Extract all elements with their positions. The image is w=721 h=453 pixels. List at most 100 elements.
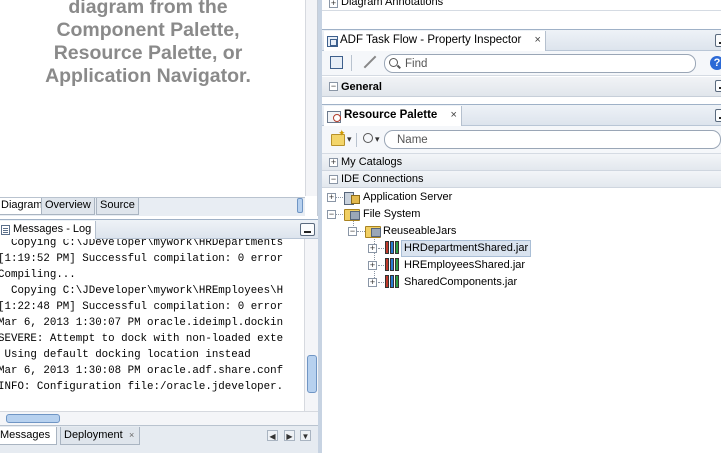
messages-log-output[interactable]: Copying C:\JDeveloper\mywork\HRDepartmen… [0,239,304,411]
search-options-dropdown-icon[interactable]: ▾ [375,134,380,145]
toolbar-separator [351,55,352,71]
help-icon[interactable]: ? [710,56,721,70]
log-line: Copying C:\JDeveloper\mywork\HREmployees… [0,285,284,297]
my-catalogs-section[interactable]: + My Catalogs [322,154,721,171]
property-inspector-close-icon[interactable]: × [535,34,541,46]
search-options-icon[interactable] [363,133,373,143]
tab-scroll-right-icon[interactable]: ▶ [284,430,295,441]
property-inspector-tab[interactable]: ADF Task Flow - Property Inspector × [324,31,546,51]
collapse-icon[interactable]: − [348,227,357,236]
tree-item-file-system[interactable]: File System [363,206,420,222]
expand-icon[interactable]: + [368,261,377,270]
resource-palette-toolbar: ▾ ▾ [322,126,721,154]
resource-palette-tab[interactable]: Resource Palette × [324,106,462,126]
tab-messages-label: Messages [0,429,51,441]
diagram-annotations-row[interactable]: + Diagram Annotations [322,0,721,11]
tab-list-menu-icon[interactable]: ▼ [300,430,311,441]
section-minimize-button[interactable] [715,80,721,92]
log-line: Mar 6, 2013 1:30:08 PM oracle.adf.share.… [0,365,284,377]
log-vertical-scroll-thumb[interactable] [307,355,317,393]
log-horizontal-scrollbar[interactable] [0,411,318,425]
log-line: SEVERE: Attempt to dock with non-loaded … [0,333,284,345]
expand-icon[interactable]: + [327,193,336,202]
tab-overview[interactable]: Overview [41,198,95,215]
tab-deployment[interactable]: Deployment × [60,427,140,445]
resource-palette-icon [327,109,341,123]
general-section-label: General [341,81,382,93]
log-tab-bar: Messages Deployment × ◀ ▶ ▼ [0,425,318,453]
collapse-icon[interactable]: − [327,210,336,219]
tab-messages[interactable]: Messages [0,427,57,445]
log-line: [1:19:52 PM] Successful compilation: 0 e… [0,253,284,265]
empty-message-line: Resource Palette, or [53,42,243,64]
resource-search-input[interactable] [395,132,695,147]
log-line: Mar 6, 2013 1:30:07 PM oracle.ideimpl.do… [0,317,284,329]
tab-deployment-close-icon[interactable]: × [129,427,134,444]
diagram-annotations-label: Diagram Annotations [341,0,444,8]
log-line: Using default docking location instead [0,349,251,361]
jar-icon [385,241,400,254]
inspector-minimize-button[interactable] [715,34,721,47]
tree-connector [378,265,384,266]
property-inspector-title: ADF Task Flow - Property Inspector [340,34,522,46]
empty-diagram-message: diagram from the Component Palette, Reso… [20,0,276,88]
property-find-field[interactable] [384,54,696,73]
application-server-icon [344,191,360,205]
tree-connector [357,231,365,232]
tree-connector [378,282,384,283]
log-line: [1:22:48 PM] Successful compilation: 0 e… [0,301,284,313]
tree-connector [335,197,343,198]
my-catalogs-label: My Catalogs [341,156,403,168]
tree-item-application-server[interactable]: Application Server [363,189,452,205]
diagram-editor[interactable]: diagram from the Component Palette, Reso… [0,0,318,216]
tree-item-jar[interactable]: SharedComponents.jar [404,274,517,290]
tab-scroll-left-icon[interactable]: ◀ [267,430,278,441]
tree-connector [335,214,343,215]
resource-search-field[interactable] [384,130,721,149]
jar-icon [385,258,400,271]
expand-icon[interactable]: + [368,278,377,287]
empty-message-line: diagram from the [68,0,228,18]
log-vertical-scrollbar[interactable] [304,239,318,411]
expand-icon[interactable]: + [368,244,377,253]
messages-log-header: Messages - Log [0,219,318,239]
empty-message-line: Application Navigator. [45,65,251,87]
file-system-icon [344,207,360,221]
collapse-icon[interactable]: − [329,175,338,184]
messages-log-title: Messages - Log [13,223,92,235]
resource-palette-title: Resource Palette [344,109,438,121]
new-connection-dropdown-icon[interactable]: ▾ [347,134,352,145]
editor-scroll-thumb[interactable] [297,198,303,213]
tree-item-jar[interactable]: HRDepartmentShared.jar [401,240,532,257]
edit-pencil-icon[interactable] [363,55,377,69]
log-horizontal-scroll-thumb[interactable] [6,414,60,423]
select-target-icon[interactable] [330,56,343,69]
property-inspector-toolbar: ? [322,51,721,76]
folder-icon [365,224,381,238]
expand-icon[interactable]: + [329,0,338,8]
tree-item-reuseable-jars[interactable]: ReuseableJars [383,223,456,239]
tab-deployment-label: Deployment [64,429,123,441]
task-flow-icon [327,36,338,47]
expand-icon[interactable]: + [329,158,338,167]
general-section-header[interactable]: − General [322,77,721,97]
toolbar-separator [356,133,357,147]
messages-log-tab[interactable]: Messages - Log [0,221,97,239]
log-line: INFO: Configuration file:/oracle.jdevelo… [0,381,284,393]
tab-diagram[interactable]: Diagram [0,198,47,215]
resource-palette-header: Resource Palette × [322,104,721,126]
ide-connections-section[interactable]: − IDE Connections [322,171,721,188]
palette-minimize-button[interactable] [715,109,721,122]
log-minimize-button[interactable] [300,223,315,236]
tree-connector [378,248,384,249]
resource-palette-close-icon[interactable]: × [451,109,457,121]
jar-icon [385,275,400,288]
tab-source[interactable]: Source [96,198,139,215]
new-connection-icon[interactable] [331,128,346,146]
editor-tab-bar: Diagram Overview Source [0,197,305,216]
search-icon [389,58,398,67]
collapse-icon[interactable]: − [329,82,338,91]
tree-item-jar[interactable]: HREmployeesShared.jar [404,257,525,273]
property-find-input[interactable] [403,56,683,71]
editor-vertical-scrollbar[interactable] [305,0,317,196]
